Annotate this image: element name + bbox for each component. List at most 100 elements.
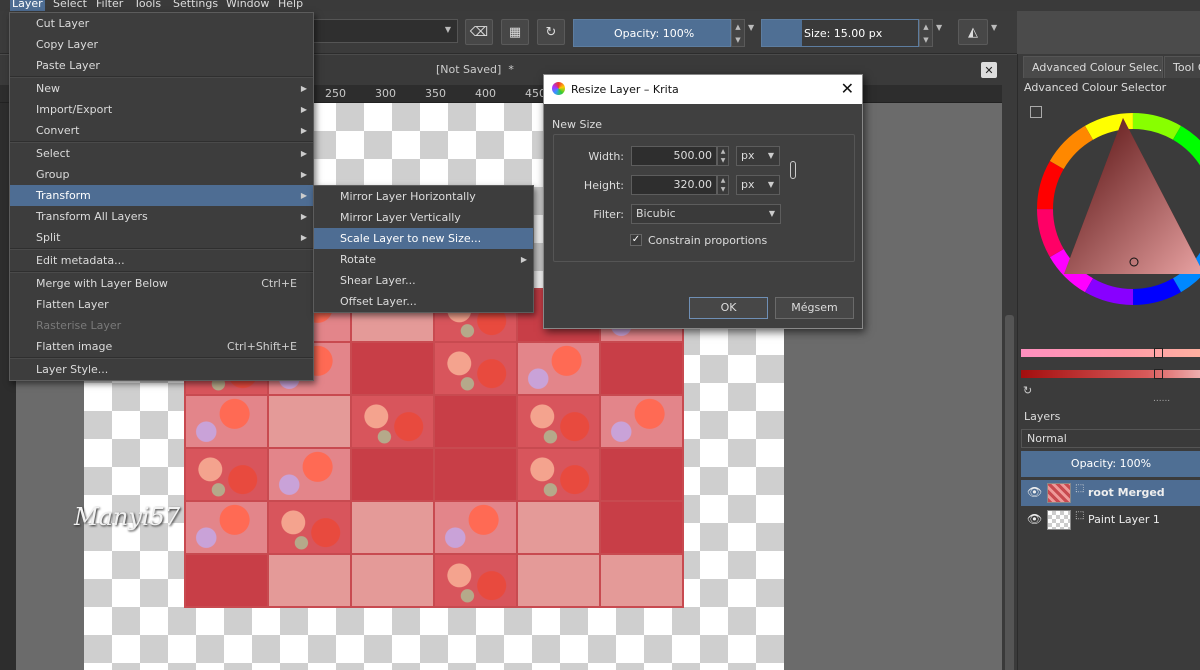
dialog-titlebar[interactable]: Resize Layer – Krita ✕ <box>544 75 862 104</box>
menu-select[interactable]: Select <box>53 0 87 11</box>
tile <box>435 449 516 500</box>
mirror-horizontal-icon[interactable]: ◭ <box>958 19 988 45</box>
size-slider[interactable]: Size: 15.00 px <box>761 19 919 47</box>
menu-item-paste-layer[interactable]: Paste Layer <box>10 55 313 76</box>
menu-item-mirror-vertically[interactable]: Mirror Layer Vertically <box>314 207 533 228</box>
menu-item-convert[interactable]: Convert ▶ <box>10 120 313 141</box>
layer-opacity-slider[interactable]: Opacity: 100% <box>1021 451 1200 477</box>
height-stepper[interactable]: ▲ ▼ <box>717 175 729 195</box>
opacity-menu-arrow[interactable]: ▼ <box>748 23 754 32</box>
tile <box>518 555 599 606</box>
menu-item-label: Cut Layer <box>36 17 90 30</box>
layer-row-root-merged[interactable]: 👁 ⬚ root Merged <box>1021 480 1200 506</box>
ruler-tick: 400 <box>475 87 496 100</box>
menu-filter[interactable]: Filter <box>96 0 123 11</box>
menu-item-transform[interactable]: Transform ▶ <box>10 185 313 206</box>
menu-item-label: Flatten Layer <box>36 298 109 311</box>
colour-history-bar[interactable] <box>1021 348 1200 358</box>
menu-item-group[interactable]: Group ▶ <box>10 164 313 185</box>
close-icon[interactable]: ✕ <box>841 79 854 98</box>
eye-icon[interactable]: 👁 <box>1027 512 1042 526</box>
layer-name: Paint Layer 1 <box>1088 513 1160 526</box>
tile <box>601 343 682 394</box>
menu-item-rotate[interactable]: Rotate ▶ <box>314 249 533 270</box>
constrain-proportions-checkbox[interactable]: ✓ <box>630 234 642 246</box>
tile <box>186 449 267 500</box>
menu-item-scale-layer[interactable]: Scale Layer to new Size... <box>314 228 533 249</box>
submenu-arrow-icon: ▶ <box>300 149 307 158</box>
resize-layer-dialog: Resize Layer – Krita ✕ New Size Width: 5… <box>543 74 863 329</box>
menu-item-flatten-image[interactable]: Flatten image Ctrl+Shift+E <box>10 336 313 357</box>
reload-preset-icon[interactable]: ↻ <box>537 19 565 45</box>
ok-button[interactable]: OK <box>689 297 768 319</box>
menu-item-copy-layer[interactable]: Copy Layer <box>10 34 313 55</box>
menu-item-mirror-horizontally[interactable]: Mirror Layer Horizontally <box>314 186 533 207</box>
alpha-lock-icon[interactable]: ▦ <box>501 19 529 45</box>
height-input[interactable]: 320.00 <box>631 175 717 195</box>
layer-type-icon: ⬚ <box>1075 510 1085 521</box>
size-menu-arrow[interactable]: ▼ <box>936 23 942 32</box>
width-unit-select[interactable]: px ▼ <box>736 146 780 166</box>
menu-item-import-export[interactable]: Import/Export ▶ <box>10 99 313 120</box>
width-input[interactable]: 500.00 <box>631 146 717 166</box>
menu-layer[interactable]: Layer <box>10 0 45 11</box>
layer-row-paint-layer-1[interactable]: 👁 ⬚ Paint Layer 1 <box>1021 507 1200 533</box>
dock-drag-handle[interactable]: ...... <box>1153 394 1170 404</box>
colour-wheel[interactable] <box>1028 96 1200 346</box>
menu-help[interactable]: Help <box>278 0 303 11</box>
height-unit-value: px <box>741 178 755 191</box>
close-icon[interactable]: ✕ <box>981 62 997 78</box>
canvas-vertical-scrollbar[interactable] <box>1002 85 1017 670</box>
eye-icon[interactable]: 👁 <box>1027 485 1042 499</box>
bar-handle[interactable] <box>1154 348 1163 358</box>
menu-item-flatten-layer[interactable]: Flatten Layer <box>10 294 313 315</box>
refresh-icon[interactable]: ↻ <box>1023 384 1032 397</box>
submenu-arrow-icon: ▶ <box>300 126 307 135</box>
blend-mode-select[interactable]: Normal <box>1021 429 1200 448</box>
tile <box>352 396 433 447</box>
menu-item-edit-metadata[interactable]: Edit metadata... <box>10 250 313 271</box>
submenu-arrow-icon: ▶ <box>300 233 307 242</box>
menu-item-select[interactable]: Select ▶ <box>10 143 313 164</box>
menu-item-merge-down[interactable]: Merge with Layer Below Ctrl+E <box>10 273 313 294</box>
document-title[interactable]: [Not Saved] * <box>436 63 514 76</box>
opacity-slider[interactable]: Opacity: 100% <box>573 19 731 47</box>
bar-handle[interactable] <box>1154 369 1163 379</box>
menu-item-new[interactable]: New ▶ <box>10 78 313 99</box>
tile <box>435 502 516 553</box>
scrollbar-thumb[interactable] <box>1005 315 1014 670</box>
filter-select[interactable]: Bicubic ▼ <box>631 204 781 224</box>
menu-item-cut-layer[interactable]: Cut Layer <box>10 13 313 34</box>
layer-thumbnail <box>1047 510 1071 530</box>
eraser-icon[interactable]: ⌫ <box>465 19 493 45</box>
filter-label: Filter: <box>593 208 624 221</box>
tab-advanced-colour-selector[interactable]: Advanced Colour Selec... <box>1023 56 1163 78</box>
menubar: Layer Select Filter Tools Settings Windo… <box>0 0 1200 11</box>
width-stepper[interactable]: ▲ ▼ <box>717 146 729 166</box>
menu-item-shear-layer[interactable]: Shear Layer... <box>314 270 533 291</box>
menu-item-rasterise-layer: Rasterise Layer <box>10 315 313 336</box>
menu-settings[interactable]: Settings <box>173 0 218 11</box>
menu-tools[interactable]: Tools <box>134 0 161 11</box>
tile <box>352 555 433 606</box>
menu-window[interactable]: Window <box>226 0 269 11</box>
ruler-tick: 350 <box>425 87 446 100</box>
mirror-h-menu-arrow[interactable]: ▼ <box>991 23 997 32</box>
opacity-spin[interactable]: ▲ ▼ <box>731 19 745 47</box>
krita-logo-icon <box>552 82 565 95</box>
menu-item-split[interactable]: Split ▶ <box>10 227 313 248</box>
colour-shade-bar[interactable] <box>1021 369 1200 379</box>
size-spin[interactable]: ▲ ▼ <box>919 19 933 47</box>
menu-item-transform-all-layers[interactable]: Transform All Layers ▶ <box>10 206 313 227</box>
constrain-proportions-label[interactable]: Constrain proportions <box>648 234 767 247</box>
menu-item-layer-style[interactable]: Layer Style... <box>10 359 313 380</box>
aspect-link-icon[interactable] <box>790 161 796 179</box>
menu-item-offset-layer[interactable]: Offset Layer... <box>314 291 533 312</box>
document-title-text: [Not Saved] <box>436 63 502 76</box>
height-unit-select[interactable]: px ▼ <box>736 175 780 195</box>
tile <box>518 396 599 447</box>
brush-preset-combo[interactable]: ▼ <box>312 19 458 43</box>
tab-tool-options[interactable]: Tool Op <box>1164 56 1200 78</box>
cancel-button[interactable]: Mégsem <box>775 297 854 319</box>
width-unit-value: px <box>741 149 755 162</box>
